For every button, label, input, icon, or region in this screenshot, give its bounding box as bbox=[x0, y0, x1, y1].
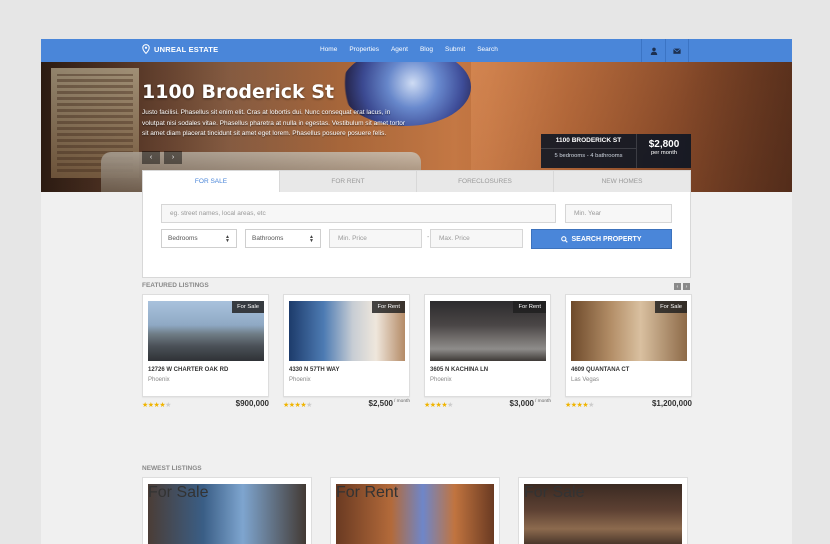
tab-for-sale[interactable]: FOR SALE bbox=[143, 171, 279, 192]
tab-for-rent[interactable]: FOR RENT bbox=[279, 171, 416, 192]
listing-meta: ★★★★★ $2,500/ month bbox=[283, 399, 410, 411]
listing-price: $2,500/ month bbox=[369, 399, 410, 408]
select-arrows-icon: ▲ ▼ bbox=[309, 233, 314, 244]
newest-listings-title: NEWEST LISTINGS bbox=[142, 465, 202, 472]
listing-status-badge: For Rent bbox=[372, 301, 405, 313]
contact-button[interactable] bbox=[665, 39, 689, 62]
main-nav: Home Properties Agent Blog Submit Search bbox=[320, 46, 510, 53]
location-input[interactable]: eg. street names, local areas, etc bbox=[161, 204, 556, 223]
listing-photo[interactable]: For Sale bbox=[148, 484, 306, 544]
hero-description: Justo facilisi. Phasellus sit enim elit.… bbox=[142, 109, 406, 137]
listing-meta: ★★★★★ $900,000 bbox=[142, 399, 269, 411]
user-icon bbox=[650, 47, 657, 55]
nav-properties[interactable]: Properties bbox=[349, 46, 379, 53]
min-year-input[interactable]: Min. Year bbox=[565, 204, 672, 223]
listing-price: $3,000/ month bbox=[510, 399, 551, 408]
featured-prev-button[interactable]: ‹ bbox=[674, 283, 681, 290]
newest-listing-card[interactable]: For Sale bbox=[518, 477, 688, 544]
tab-new-homes[interactable]: NEW HOMES bbox=[553, 171, 690, 192]
hero-title: 1100 Broderick St bbox=[142, 81, 335, 103]
hero-arrows: ‹ › bbox=[142, 151, 182, 164]
listing-meta: ★★★★★ $3,000/ month bbox=[424, 399, 551, 411]
listing-status-badge: For Sale bbox=[232, 301, 264, 313]
nav-blog[interactable]: Blog bbox=[420, 46, 433, 53]
bedrooms-select[interactable]: Bedrooms ▲ ▼ bbox=[161, 229, 237, 248]
listing-address[interactable]: 3605 N KACHINA LN bbox=[430, 367, 488, 373]
listing-status-badge: For Rent bbox=[336, 484, 399, 501]
listing-price-unit: / month bbox=[394, 399, 410, 404]
hero-property-info[interactable]: 1100 BRODERICK ST 5 bedrooms - 4 bathroo… bbox=[541, 134, 691, 168]
bedrooms-select-value: Bedrooms bbox=[168, 235, 198, 242]
featured-pager: ‹ › bbox=[674, 283, 690, 290]
bathrooms-select[interactable]: Bathrooms ▲ ▼ bbox=[245, 229, 321, 248]
search-tabs: FOR SALE FOR RENT FORECLOSURES NEW HOMES bbox=[143, 171, 690, 192]
search-panel: FOR SALE FOR RENT FORECLOSURES NEW HOMES… bbox=[142, 170, 691, 278]
nav-search[interactable]: Search bbox=[477, 46, 498, 53]
nav-agent[interactable]: Agent bbox=[391, 46, 408, 53]
listing-photo[interactable]: For Rent bbox=[430, 301, 546, 361]
listing-photo[interactable]: For Sale bbox=[148, 301, 264, 361]
listing-price: $1,200,000 bbox=[652, 399, 692, 408]
max-price-input[interactable]: Max. Price bbox=[430, 229, 523, 248]
listing-card[interactable]: For Sale 12726 W CHARTER OAK RD Phoenix bbox=[142, 294, 269, 397]
envelope-icon bbox=[673, 47, 681, 54]
search-icon bbox=[561, 235, 569, 243]
listing-city: Phoenix bbox=[289, 377, 311, 383]
listing-city: Phoenix bbox=[430, 377, 452, 383]
nav-home[interactable]: Home bbox=[320, 46, 337, 53]
bathrooms-select-value: Bathrooms bbox=[252, 235, 284, 242]
nav-submit[interactable]: Submit bbox=[445, 46, 465, 53]
hero-prev-button[interactable]: ‹ bbox=[142, 151, 160, 164]
listing-photo[interactable]: For Sale bbox=[571, 301, 687, 361]
hero-next-button[interactable]: › bbox=[164, 151, 182, 164]
select-arrows-icon: ▲ ▼ bbox=[225, 233, 230, 244]
hero-info-address: 1100 BRODERICK ST bbox=[541, 137, 636, 149]
rating-stars-icon: ★★★★★ bbox=[565, 402, 594, 409]
rating-stars-icon: ★★★★★ bbox=[424, 402, 453, 409]
min-price-input[interactable]: Min. Price bbox=[329, 229, 422, 248]
listing-price-value: $900,000 bbox=[235, 399, 269, 408]
listing-address[interactable]: 4609 QUANTANA CT bbox=[571, 367, 629, 373]
listing-address[interactable]: 12726 W CHARTER OAK RD bbox=[148, 367, 228, 373]
listing-price-value: $3,000 bbox=[509, 399, 534, 408]
brand-name: UNREAL ESTATE bbox=[154, 44, 219, 54]
listing-price-value: $1,200,000 bbox=[651, 399, 692, 408]
listing-meta: ★★★★★ $1,200,000 bbox=[565, 399, 692, 411]
listing-price: $900,000 bbox=[236, 399, 269, 408]
newest-listing-card[interactable]: For Sale bbox=[142, 477, 312, 544]
listing-card[interactable]: For Rent 3605 N KACHINA LN Phoenix bbox=[424, 294, 551, 397]
hero-info-period: per month bbox=[650, 150, 678, 156]
featured-listings-title: FEATURED LISTINGS bbox=[142, 282, 209, 289]
price-range-dash: - bbox=[427, 234, 430, 241]
listing-price-value: $2,500 bbox=[368, 399, 393, 408]
listing-status-badge: For Rent bbox=[513, 301, 546, 313]
nav-icons bbox=[641, 39, 689, 62]
search-property-button[interactable]: SEARCH PROPERTY bbox=[531, 229, 672, 249]
brand-logo[interactable]: UNREAL ESTATE bbox=[142, 44, 218, 54]
newest-listing-card[interactable]: For Rent bbox=[330, 477, 500, 544]
listing-photo[interactable]: For Rent bbox=[336, 484, 494, 544]
hero-info-details: 5 bedrooms - 4 bathrooms bbox=[554, 153, 623, 159]
page: UNREAL ESTATE Home Properties Agent Blog… bbox=[41, 39, 792, 544]
account-button[interactable] bbox=[641, 39, 665, 62]
tab-foreclosures[interactable]: FORECLOSURES bbox=[416, 171, 553, 192]
rating-stars-icon: ★★★★★ bbox=[142, 402, 171, 409]
rating-stars-icon: ★★★★★ bbox=[283, 402, 312, 409]
listing-photo[interactable]: For Rent bbox=[289, 301, 405, 361]
listing-card[interactable]: For Rent 4330 N 57TH WAY Phoenix bbox=[283, 294, 410, 397]
listing-status-badge: For Sale bbox=[655, 301, 687, 313]
listing-photo[interactable]: For Sale bbox=[524, 484, 682, 544]
listing-card[interactable]: For Sale 4609 QUANTANA CT Las Vegas bbox=[565, 294, 692, 397]
navbar: UNREAL ESTATE Home Properties Agent Blog… bbox=[41, 39, 792, 62]
listing-city: Las Vegas bbox=[571, 377, 600, 383]
listing-price-unit: / month bbox=[535, 399, 551, 404]
search-button-label: SEARCH PROPERTY bbox=[571, 235, 642, 243]
featured-next-button[interactable]: › bbox=[683, 283, 690, 290]
listing-status-badge: For Sale bbox=[524, 484, 585, 501]
listing-address[interactable]: 4330 N 57TH WAY bbox=[289, 367, 339, 373]
map-pin-icon bbox=[142, 44, 150, 54]
listing-status-badge: For Sale bbox=[148, 484, 209, 501]
listing-city: Phoenix bbox=[148, 377, 170, 383]
hero-info-price: $2,800 bbox=[648, 139, 680, 150]
